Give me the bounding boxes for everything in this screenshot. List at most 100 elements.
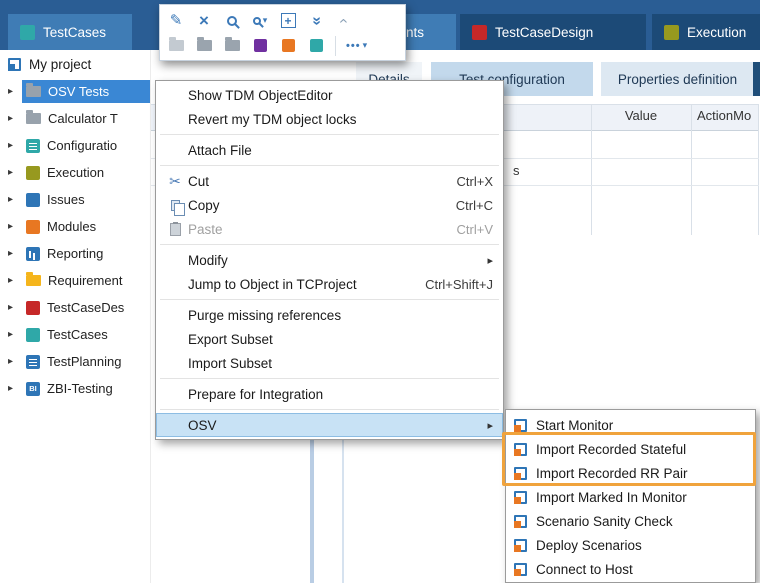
tree-item-label: Issues [47,192,85,207]
folder-tree-icon [197,40,212,51]
folder-tree-button[interactable] [195,36,213,56]
submenu-item-connect-to-host[interactable]: Connect to Host [506,557,755,581]
zoom-options-button[interactable]: ▾ [251,11,269,31]
tree-item-configuration[interactable]: ▸ Configuratio [0,132,150,159]
panel-splitter[interactable] [342,437,344,583]
expander-icon[interactable]: ▸ [8,383,22,394]
folder-search-icon [225,40,240,51]
submenu-item-import-recorded-rr-pair[interactable]: Import Recorded RR Pair [506,461,755,485]
menu-item-copy[interactable]: CopyCtrl+C [156,193,503,217]
cut-icon: ✂ [169,173,181,190]
collapse-all-button[interactable]: » [307,11,325,31]
submenu-item-start-monitor[interactable]: Start Monitor [506,413,755,437]
menu-item-label: Revert my TDM object locks [188,112,357,127]
delete-button[interactable]: × [195,11,213,31]
app-tab-testcases[interactable]: TestCases [8,14,132,50]
zoom-button[interactable] [223,11,241,31]
tree-item-label: Reporting [47,246,103,261]
tree-item-modules[interactable]: ▸ Modules [0,213,150,240]
osv-icon [514,467,527,480]
folder-icon [169,40,184,51]
menu-separator [160,378,499,379]
menu-item-label: Prepare for Integration [188,387,323,402]
tree-item-issues[interactable]: ▸ Issues [0,186,150,213]
tree-item-testcases[interactable]: ▸ TestCases [0,321,150,348]
testcases-tab-icon [20,25,35,40]
menu-item-label: Jump to Object in TCProject [188,277,357,292]
tree-item-label: Requirement [48,273,122,288]
tree-item-osv-tests[interactable]: ▸ OSV Tests [0,78,150,105]
tab-properties-definition[interactable]: Properties definition [601,62,754,96]
menu-item-jump-to-object[interactable]: Jump to Object in TCProjectCtrl+Shift+J [156,272,503,296]
expander-icon[interactable]: ▸ [8,275,22,286]
expander-icon[interactable]: ▸ [8,86,22,97]
folder-search-button[interactable] [223,36,241,56]
floating-toolbar: ✎ × ▾ + » › •••▾ [159,4,406,61]
tree-item-testcasedesign[interactable]: ▸ TestCaseDes [0,294,150,321]
expander-icon[interactable]: ▸ [8,356,22,367]
tree-item-requirements[interactable]: ▸ Requirement [0,267,150,294]
menu-item-attach-file[interactable]: Attach File [156,138,503,162]
menu-item-label: Show TDM ObjectEditor [188,88,333,103]
configuration-icon [26,139,40,153]
edit-button[interactable]: ✎ [167,11,185,31]
menu-item-cut[interactable]: ✂CutCtrl+X [156,169,503,193]
tree-item-label: TestCaseDes [47,300,124,315]
tree-item-testplanning[interactable]: ▸ TestPlanning [0,348,150,375]
tree-item-zbi-testing[interactable]: ▸ BI ZBI-Testing [0,375,150,402]
menu-item-modify[interactable]: Modify▸ [156,248,503,272]
submenu-item-import-marked-in-monitor[interactable]: Import Marked In Monitor [506,485,755,509]
expander-icon[interactable]: ▸ [8,167,22,178]
tab-strip-edge [753,62,760,96]
paste-icon [170,223,181,236]
expander-icon[interactable]: ▸ [8,248,22,259]
menu-item-export-subset[interactable]: Export Subset [156,327,503,351]
purple-category-button[interactable] [251,36,269,56]
menu-item-import-subset[interactable]: Import Subset [156,351,503,375]
project-icon [8,58,21,71]
magnifier-icon [227,16,237,26]
menu-item-purge-missing-references[interactable]: Purge missing references [156,303,503,327]
panel-scrollbar[interactable] [310,437,314,583]
tree-item-label: ZBI-Testing [47,381,113,396]
tree-root-my-project[interactable]: My project [0,50,150,78]
menu-item-label: Paste [188,222,223,237]
tree-item-reporting[interactable]: ▸ Reporting [0,240,150,267]
menu-shortcut: Ctrl+X [457,174,493,189]
app-tab-execution[interactable]: Execution [652,14,760,50]
bi-icon-label: BI [26,382,40,396]
osv-icon [514,419,527,432]
add-button[interactable]: + [279,11,297,31]
menu-shortcut: Ctrl+V [457,222,493,237]
chevron-up-icon: › [335,18,353,23]
submenu-item-deploy-scenarios[interactable]: Deploy Scenarios [506,533,755,557]
submenu-item-scenario-sanity-check[interactable]: Scenario Sanity Check [506,509,755,533]
tree-root-label: My project [29,57,91,72]
more-button[interactable]: •••▾ [346,36,367,56]
expander-icon[interactable]: ▸ [8,302,22,313]
menu-separator [160,244,499,245]
menu-item-prepare-for-integration[interactable]: Prepare for Integration [156,382,503,406]
teal-category-button[interactable] [307,36,325,56]
delete-icon: × [199,12,209,29]
app-tab-testcasedesign[interactable]: TestCaseDesign [460,14,646,50]
expander-icon[interactable]: ▸ [8,113,22,124]
menu-item-show-tdm-objecteditor[interactable]: Show TDM ObjectEditor [156,83,503,107]
submenu-item-label: Import Recorded RR Pair [536,466,688,481]
orange-category-button[interactable] [279,36,297,56]
expander-icon[interactable]: ▸ [8,329,22,340]
expander-icon[interactable]: ▸ [8,140,22,151]
menu-item-revert-tdm-locks[interactable]: Revert my TDM object locks [156,107,503,131]
column-header-value: Value [591,108,691,123]
tree-item-execution[interactable]: ▸ Execution [0,159,150,186]
expander-icon[interactable]: ▸ [8,194,22,205]
dropdown-icon: ▾ [263,15,268,26]
submenu-item-import-recorded-stateful[interactable]: Import Recorded Stateful [506,437,755,461]
menu-item-osv[interactable]: OSV▸ [156,413,503,437]
tree-item-calculator[interactable]: ▸ Calculator T [0,105,150,132]
expander-icon[interactable]: ▸ [8,221,22,232]
menu-icon-slot: ✂ [162,173,188,190]
expand-up-button[interactable]: › [335,11,353,31]
folder-button[interactable] [167,36,185,56]
table-cell-fragment: s [513,163,520,178]
